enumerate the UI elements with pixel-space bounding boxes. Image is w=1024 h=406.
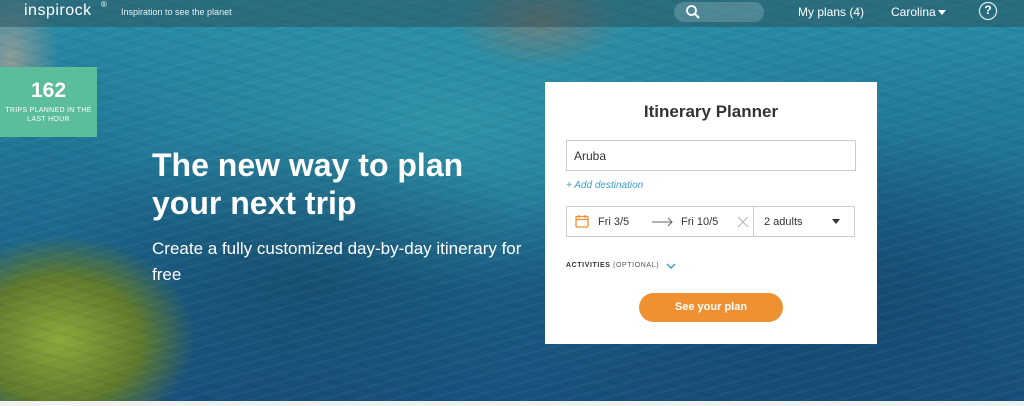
trips-count: 162 xyxy=(30,79,67,102)
start-date[interactable]: Fri 3/5 xyxy=(598,216,629,228)
hero-headline: The new way to plan your next trip xyxy=(152,147,464,221)
activities-toggle[interactable]: ACTIVITIES (OPTIONAL) xyxy=(566,262,659,269)
add-destination-link[interactable]: + Add destination xyxy=(566,180,643,191)
activities-optional: (OPTIONAL) xyxy=(613,262,660,269)
user-menu[interactable]: Carolina xyxy=(891,5,936,19)
logo[interactable]: inspirock xyxy=(24,2,92,20)
activities-label: ACTIVITIES xyxy=(566,262,611,269)
my-plans-link[interactable]: My plans (4) xyxy=(798,5,864,19)
itinerary-planner-card: Itinerary Planner + Add destination Fri … xyxy=(545,82,877,344)
trips-planned-badge: 162 TRIPS PLANNED IN THE LAST HOUR xyxy=(0,67,97,137)
arrow-right-icon xyxy=(652,217,673,227)
tagline: Inspiration to see the planet xyxy=(121,7,232,17)
date-guests-row: Fri 3/5 Fri 10/5 2 adults xyxy=(566,206,855,237)
calendar-icon[interactable] xyxy=(575,214,589,228)
guests-select[interactable]: 2 adults xyxy=(764,216,803,228)
search-icon xyxy=(686,5,700,19)
see-your-plan-button[interactable]: See your plan xyxy=(639,293,783,322)
close-icon[interactable] xyxy=(737,216,749,228)
chevron-down-icon[interactable] xyxy=(938,10,946,15)
end-date[interactable]: Fri 10/5 xyxy=(681,216,718,228)
trips-label: TRIPS PLANNED IN THE LAST HOUR xyxy=(5,107,92,123)
chevron-down-icon[interactable] xyxy=(832,219,840,224)
search-box[interactable] xyxy=(674,2,764,22)
destination-input[interactable] xyxy=(566,140,856,171)
top-navigation-bar: inspirock ® Inspiration to see the plane… xyxy=(0,0,1024,27)
page-bottom-strip xyxy=(0,401,1024,406)
chevron-down-icon[interactable] xyxy=(666,261,676,271)
planner-title: Itinerary Planner xyxy=(643,102,779,121)
help-icon[interactable]: ? xyxy=(979,2,997,20)
hero-subheadline: Create a fully customized day-by-day iti… xyxy=(152,239,522,284)
field-divider xyxy=(753,207,754,236)
registered-mark: ® xyxy=(101,0,107,9)
